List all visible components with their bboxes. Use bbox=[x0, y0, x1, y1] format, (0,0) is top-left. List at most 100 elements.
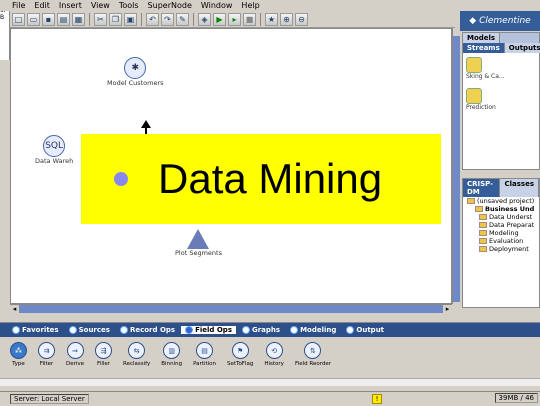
palette-node-binning[interactable]: ▥ Binning bbox=[161, 342, 182, 367]
palette-node-history[interactable]: ⟲ History bbox=[264, 342, 284, 367]
paste-icon[interactable]: ▣ bbox=[124, 12, 137, 26]
menu-insert[interactable]: Insert bbox=[59, 1, 82, 10]
folder-icon bbox=[479, 246, 487, 252]
model-item[interactable]: Prediction bbox=[463, 84, 539, 115]
run-selection-icon[interactable]: ▸ bbox=[228, 12, 241, 26]
folder-icon bbox=[479, 230, 487, 236]
settoflag-node-icon: ⚑ bbox=[231, 342, 249, 359]
toolbar-separator bbox=[260, 12, 261, 26]
tab-sources[interactable]: Sources bbox=[65, 326, 114, 334]
undo-icon[interactable]: ↶ bbox=[146, 12, 159, 26]
tree-item[interactable]: Business Und bbox=[467, 205, 539, 213]
field-ops-icon bbox=[185, 326, 194, 334]
scroll-left-icon[interactable]: ◂ bbox=[10, 305, 19, 313]
canvas-horizontal-scrollbar[interactable]: ◂ ▸ bbox=[10, 304, 452, 313]
warning-icon[interactable]: ! bbox=[372, 394, 382, 404]
tree-item[interactable]: Data Preparat bbox=[467, 221, 539, 229]
menu-edit[interactable]: Edit bbox=[34, 1, 50, 10]
tab-record-ops[interactable]: Record Ops bbox=[116, 326, 179, 334]
tab-label: Modeling bbox=[300, 326, 337, 334]
tab-field-ops[interactable]: Field Ops bbox=[181, 326, 236, 334]
redo-icon[interactable]: ↷ bbox=[161, 12, 174, 26]
favorite-icon[interactable]: ★ bbox=[265, 12, 278, 26]
output-icon bbox=[346, 326, 355, 334]
database-icon: SQL bbox=[43, 135, 66, 157]
zoom-out-icon[interactable]: ⊖ bbox=[295, 12, 308, 26]
node-data-warehouse[interactable]: SQL Data Wareh bbox=[35, 135, 73, 165]
node-model-customers[interactable]: ✱ Model Customers bbox=[107, 57, 164, 87]
tab-favorites[interactable]: Favorites bbox=[8, 326, 63, 334]
tab-output[interactable]: Output bbox=[342, 326, 388, 334]
toolbar: □ ▭ ▪ ▤ ▦ ✂ ❐ ▣ ↶ ↷ ✎ ◈ ▶ ▸ ■ ★ ⊕ ⊖ bbox=[10, 11, 455, 28]
folder-icon bbox=[467, 198, 475, 204]
zoom-in-icon[interactable]: ⊕ bbox=[280, 12, 293, 26]
export-icon[interactable]: ▦ bbox=[72, 12, 85, 26]
tab-models[interactable]: Models bbox=[463, 33, 501, 43]
tab-graphs[interactable]: Graphs bbox=[238, 326, 284, 334]
print-icon[interactable]: ▤ bbox=[57, 12, 70, 26]
palette-node-partition[interactable]: ▤ Partition bbox=[193, 342, 216, 367]
overlay-title: Data Mining bbox=[158, 155, 383, 202]
palette-node-reclassify[interactable]: ⇆ Reclassify bbox=[123, 342, 150, 367]
node-label: Field Reorder bbox=[294, 361, 332, 367]
stop-icon[interactable]: ■ bbox=[243, 12, 256, 26]
tree-item[interactable]: Modeling bbox=[467, 229, 539, 237]
palette-node-type[interactable]: ⁂ Type bbox=[10, 342, 27, 367]
node-label: SetToFlag bbox=[226, 361, 254, 367]
menu-supernode[interactable]: SuperNode bbox=[148, 1, 192, 10]
edit-icon[interactable]: ✎ bbox=[176, 12, 189, 26]
filter-node-icon: ⇉ bbox=[38, 342, 55, 359]
memory-usage: 39MB / 46 bbox=[494, 393, 538, 403]
node-palette: Favorites Sources Record Ops Field Ops G… bbox=[0, 322, 540, 378]
tab-outputs[interactable]: Outputs bbox=[504, 43, 540, 53]
toolbar-separator bbox=[193, 12, 194, 26]
canvas-vertical-scrollbar[interactable] bbox=[452, 28, 460, 304]
scroll-thumb[interactable] bbox=[453, 36, 460, 302]
tree-item[interactable]: Data Underst bbox=[467, 213, 539, 221]
crisp-dm-panel: CRISP-DM Classes (unsaved project) Busin… bbox=[462, 178, 540, 308]
model-item[interactable]: Sking & Ca... bbox=[463, 53, 539, 84]
tab-modeling[interactable]: Modeling bbox=[286, 326, 340, 334]
palette-node-settoflag[interactable]: ⚑ SetToFlag bbox=[227, 342, 253, 367]
reclassify-node-icon: ⇆ bbox=[128, 342, 146, 359]
palette-node-field-reorder[interactable]: ⇅ Field Reorder bbox=[295, 342, 331, 367]
menu-help[interactable]: Help bbox=[241, 1, 259, 10]
node-label: Filter bbox=[39, 361, 54, 367]
model-nugget-icon bbox=[466, 57, 482, 73]
new-stream-icon[interactable]: □ bbox=[12, 12, 25, 26]
folder-icon bbox=[479, 238, 487, 244]
save-icon[interactable]: ▪ bbox=[42, 12, 55, 26]
record-ops-icon bbox=[119, 326, 128, 334]
tab-crisp-dm[interactable]: CRISP-DM bbox=[463, 179, 501, 197]
copy-icon[interactable]: ❐ bbox=[109, 12, 122, 26]
server-status[interactable]: Server: Local Server bbox=[10, 394, 89, 404]
menu-file[interactable]: File bbox=[12, 1, 25, 10]
palette-node-derive[interactable]: ⇒ Derive bbox=[66, 342, 84, 367]
slide-title-overlay: Data Mining bbox=[81, 134, 441, 224]
node-label: History bbox=[264, 361, 284, 367]
clementine-brand: ◆ Clementine bbox=[460, 11, 540, 31]
tab-streams[interactable]: Streams bbox=[463, 43, 505, 53]
menu-view[interactable]: View bbox=[91, 1, 110, 10]
menu-tools[interactable]: Tools bbox=[119, 1, 139, 10]
node-label: Plot Segments bbox=[175, 249, 222, 257]
run-icon[interactable]: ▶ bbox=[213, 12, 226, 26]
node-label: Binning bbox=[161, 361, 183, 367]
palette-node-filler[interactable]: ⇶ Filler bbox=[95, 342, 113, 367]
tree-project[interactable]: (unsaved project) bbox=[467, 197, 539, 205]
tree-label: Evaluation bbox=[489, 237, 524, 245]
palette-scrollbar[interactable] bbox=[0, 378, 540, 386]
tab-label: Record Ops bbox=[129, 326, 176, 334]
supernode-icon[interactable]: ◈ bbox=[198, 12, 211, 26]
open-icon[interactable]: ▭ bbox=[27, 12, 40, 26]
menu-window[interactable]: Window bbox=[201, 1, 233, 10]
tree-item[interactable]: Evaluation bbox=[467, 237, 539, 245]
palette-node-filter[interactable]: ⇉ Filter bbox=[38, 342, 55, 367]
node-plot-segments[interactable]: Plot Segments bbox=[175, 229, 222, 257]
favorites-icon bbox=[12, 326, 20, 334]
cut-icon[interactable]: ✂ bbox=[94, 12, 107, 26]
tree-item[interactable]: Deployment bbox=[467, 245, 539, 253]
plot-triangle-icon bbox=[187, 229, 210, 249]
scroll-right-icon[interactable]: ▸ bbox=[443, 305, 452, 313]
tab-classes[interactable]: Classes bbox=[500, 179, 539, 197]
